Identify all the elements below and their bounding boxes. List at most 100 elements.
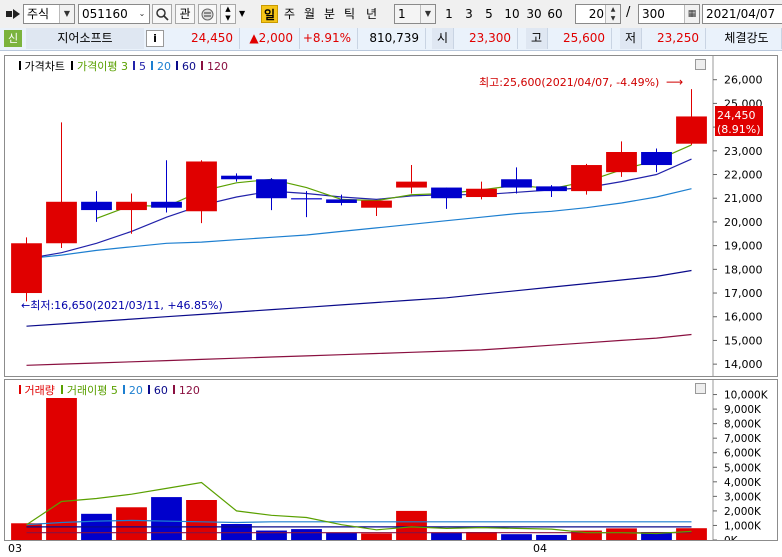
chevron-down-icon: ▼ bbox=[59, 5, 74, 23]
candle-body[interactable] bbox=[81, 201, 112, 211]
volume-chart[interactable]: 10,000K 9,000K 8,000K 7,000K 6,000K 5,000K 4,0… bbox=[5, 380, 777, 540]
y-tick-label: 17,000 bbox=[724, 287, 763, 300]
interval-1-button[interactable]: 1 bbox=[442, 5, 456, 23]
price-change-percent: +8.91% bbox=[300, 28, 358, 49]
candle-body[interactable] bbox=[221, 175, 252, 180]
candle-body[interactable] bbox=[361, 200, 392, 208]
period-day-button[interactable]: 일 bbox=[261, 5, 278, 23]
interval-value: 1 bbox=[398, 7, 406, 21]
interval-label: 60 bbox=[547, 7, 563, 21]
candle-body[interactable] bbox=[46, 201, 77, 244]
date-input[interactable]: 2021/04/07 bbox=[702, 4, 782, 24]
candle-body[interactable] bbox=[571, 165, 602, 192]
interval-select[interactable]: 1 ▼ bbox=[394, 4, 436, 24]
panel-menu-icon[interactable] bbox=[695, 383, 706, 394]
stock-info-button[interactable]: i bbox=[146, 30, 164, 47]
period-month-button[interactable]: 월 bbox=[301, 5, 318, 23]
y-tick-label: 0K bbox=[724, 535, 739, 540]
candle-body[interactable] bbox=[466, 188, 497, 198]
candle-body[interactable] bbox=[116, 201, 147, 211]
y-tick-label: 15,000 bbox=[724, 334, 763, 347]
screen-link-icon[interactable] bbox=[5, 8, 21, 20]
y-tick-label: 1,000K bbox=[724, 520, 762, 532]
panel-menu-icon[interactable] bbox=[695, 59, 706, 70]
candle-body[interactable] bbox=[186, 161, 217, 212]
arrow-up-icon[interactable]: ▲ bbox=[221, 5, 235, 14]
stock-stepper[interactable]: ▲ ▼ bbox=[220, 4, 236, 24]
volume-bar[interactable] bbox=[116, 507, 147, 540]
price-chart[interactable]: 26,00025,00024,00023,00022,00021,00020,0… bbox=[5, 56, 777, 376]
stock-code-value: 051160 bbox=[82, 7, 128, 21]
candle-body[interactable] bbox=[501, 179, 532, 188]
volume-bar[interactable] bbox=[46, 387, 77, 540]
candle-body[interactable] bbox=[536, 186, 567, 192]
legend-vma-5: 5 bbox=[110, 384, 118, 397]
interval-10-button[interactable]: 10 bbox=[502, 5, 522, 23]
volume-bar[interactable] bbox=[151, 497, 182, 540]
reset-icon[interactable]: ▦ bbox=[684, 5, 699, 23]
stock-search-button[interactable] bbox=[152, 4, 172, 24]
low-label: 저 bbox=[620, 28, 642, 49]
candle-body[interactable] bbox=[151, 201, 182, 208]
volume-bar[interactable] bbox=[536, 534, 567, 540]
volume-bar[interactable] bbox=[676, 528, 707, 540]
display-count-input[interactable]: 20 ▲ ▼ bbox=[575, 4, 621, 24]
market-type-select[interactable]: 주식 ▼ bbox=[23, 4, 75, 24]
chart-toolbar: 주식 ▼ 051160 ⌄ 관 ▲ ▼ ▼ 일 주 월 분 틱 년 1 ▼ 1 … bbox=[0, 0, 782, 29]
volume-bar[interactable] bbox=[606, 528, 637, 540]
stock-code-input[interactable]: 051160 ⌄ bbox=[78, 4, 150, 24]
legend-volume-title: 거래량 bbox=[24, 384, 55, 397]
candle-body[interactable] bbox=[606, 152, 637, 173]
legend-vma-60: 60 bbox=[153, 384, 168, 397]
volume-bar[interactable] bbox=[501, 534, 532, 540]
trade-volume: 810,739 bbox=[358, 28, 426, 49]
candle-body[interactable] bbox=[641, 152, 672, 166]
volume-bar[interactable] bbox=[11, 523, 42, 540]
stock-list-button[interactable] bbox=[198, 4, 217, 24]
high-price: 25,600 bbox=[548, 28, 612, 49]
credit-badge: 신 bbox=[4, 30, 22, 47]
volume-bar[interactable] bbox=[256, 530, 287, 540]
volume-chart-panel[interactable]: 10,000K 9,000K 8,000K 7,000K 6,000K 5,000K 4,0… bbox=[4, 379, 778, 541]
legend-price-title: 가격차트 bbox=[24, 60, 65, 73]
y-tick-label: 16,000 bbox=[724, 311, 763, 324]
period-year-button[interactable]: 년 bbox=[363, 5, 380, 23]
period-minute-button[interactable]: 분 bbox=[321, 5, 338, 23]
spin-icon[interactable]: ▲ ▼ bbox=[605, 5, 620, 23]
period-tick-button[interactable]: 틱 bbox=[341, 5, 358, 23]
volume-bar[interactable] bbox=[431, 532, 462, 540]
interest-stock-button[interactable]: 관 bbox=[175, 4, 195, 24]
x-axis-label-april: 04 bbox=[533, 542, 547, 555]
y-tick-label: 22,000 bbox=[724, 169, 763, 182]
price-chart-panel[interactable]: 26,00025,00024,00023,00022,00021,00020,0… bbox=[4, 55, 778, 377]
info-label: i bbox=[153, 32, 157, 45]
candle-body[interactable] bbox=[291, 198, 322, 200]
candle-body[interactable] bbox=[11, 243, 42, 294]
volume-bar[interactable] bbox=[186, 500, 217, 540]
legend-marker bbox=[176, 61, 179, 70]
interval-5-button[interactable]: 5 bbox=[482, 5, 496, 23]
y-tick-label: 3,000K bbox=[724, 491, 762, 503]
volume-bar[interactable] bbox=[361, 533, 392, 540]
candle-body[interactable] bbox=[326, 199, 357, 203]
caret-down-icon[interactable]: ▼ bbox=[239, 8, 249, 20]
candle-body[interactable] bbox=[676, 116, 707, 144]
candle-body[interactable] bbox=[396, 181, 427, 188]
interval-30-button[interactable]: 30 bbox=[524, 5, 544, 23]
volume-bar[interactable] bbox=[326, 532, 357, 540]
volume-bar[interactable] bbox=[291, 529, 322, 540]
interval-3-button[interactable]: 3 bbox=[462, 5, 476, 23]
candle-body[interactable] bbox=[256, 179, 287, 199]
total-count-input[interactable]: 300 ▦ bbox=[638, 4, 700, 24]
y-tick-label: 26,000 bbox=[724, 74, 763, 87]
y-tick-label: 7,000K bbox=[724, 433, 762, 445]
legend-marker bbox=[19, 385, 21, 394]
display-count-value: 20 bbox=[588, 7, 604, 21]
period-label: 틱 bbox=[343, 7, 356, 21]
candle-body[interactable] bbox=[431, 187, 462, 199]
interval-60-button[interactable]: 60 bbox=[545, 5, 565, 23]
volume-bar[interactable] bbox=[396, 510, 427, 540]
arrow-down-icon[interactable]: ▼ bbox=[221, 14, 235, 23]
period-week-button[interactable]: 주 bbox=[281, 5, 298, 23]
x-axis-label-march: 03 bbox=[8, 542, 22, 555]
